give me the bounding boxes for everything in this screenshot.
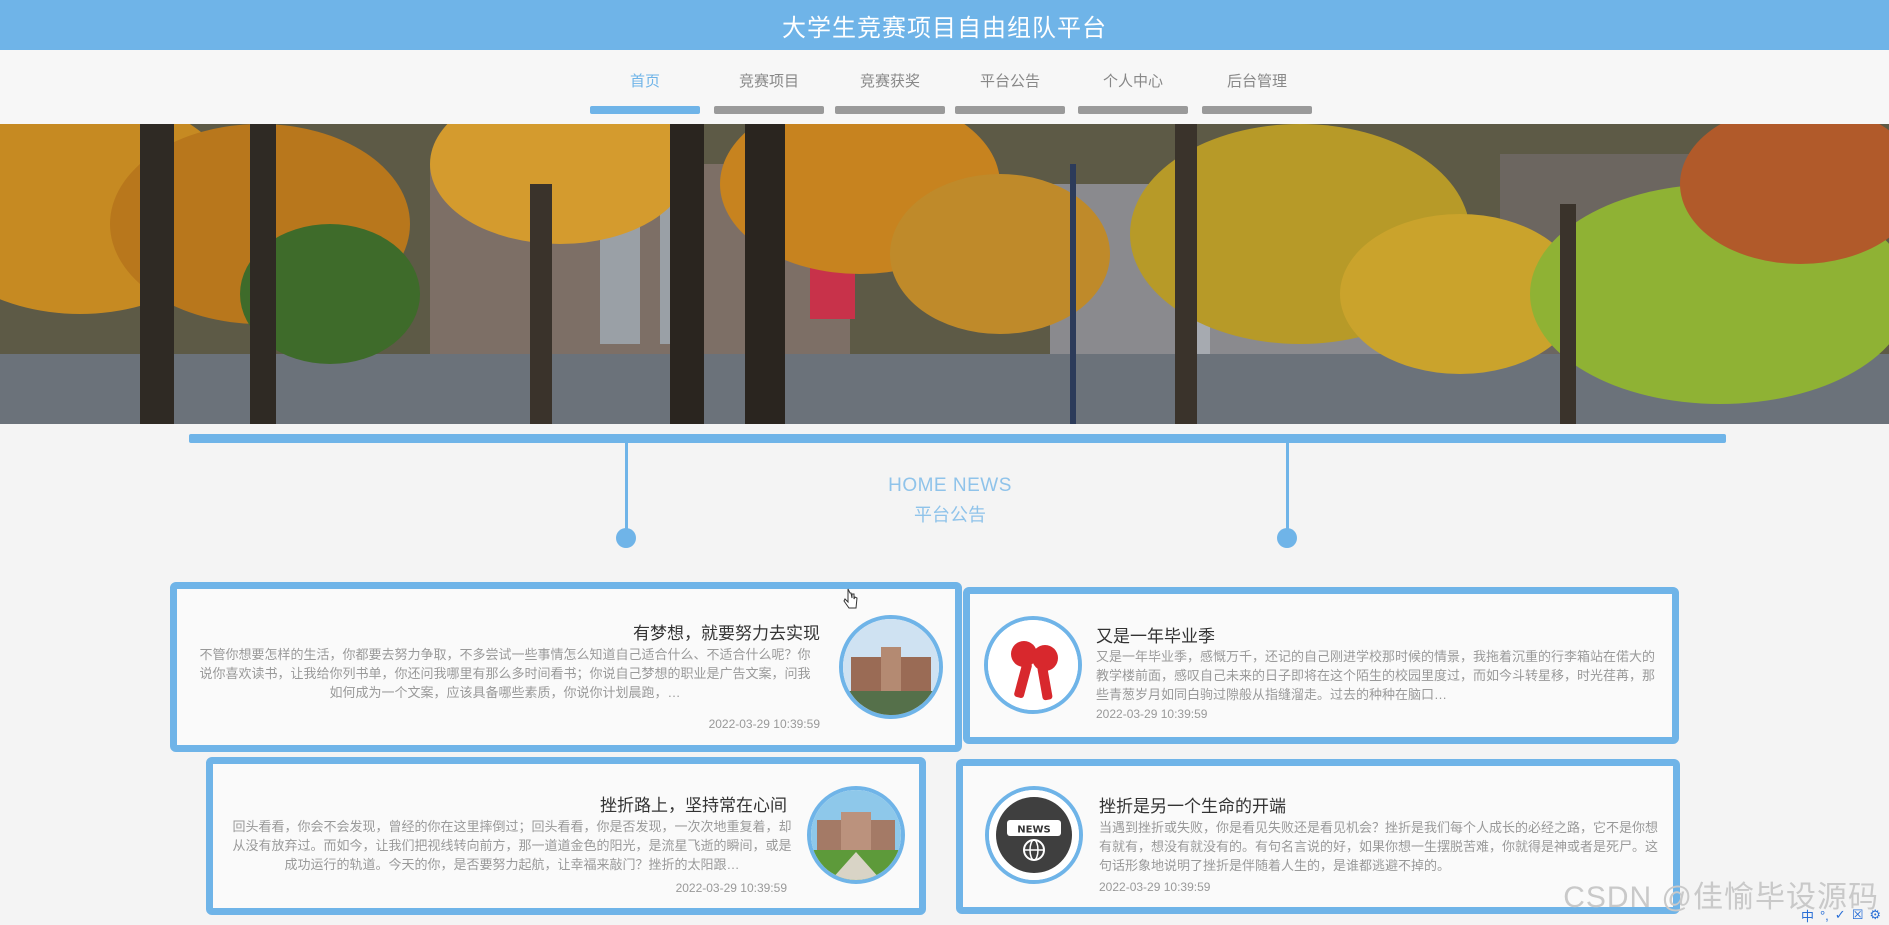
ime-keyboard-icon[interactable]: ☒ xyxy=(1852,907,1864,923)
news-title[interactable]: 有梦想，就要努力去实现 xyxy=(633,619,820,644)
campus-lawn-icon xyxy=(807,786,905,884)
news-title[interactable]: 又是一年毕业季 xyxy=(1096,622,1215,647)
nav-item-profile[interactable]: 个人中心 xyxy=(1078,70,1188,114)
timeline-connector-left xyxy=(625,443,628,533)
nav-item-awards[interactable]: 竞赛获奖 xyxy=(835,70,945,114)
section-title-en: HOME NEWS xyxy=(888,475,1012,496)
nav-item-admin[interactable]: 后台管理 xyxy=(1202,70,1312,114)
news-date: 2022-03-29 10:39:59 xyxy=(675,881,787,895)
site-title: 大学生竞赛项目自由组队平台 xyxy=(782,14,1107,42)
nav-label: 个人中心 xyxy=(1102,73,1163,90)
news-excerpt: 不管你想要怎样的生活，你都要去努力争取，不多尝试一些事情怎么知道自己适合什么、不… xyxy=(199,647,811,700)
news-excerpt: 又是一年毕业季，感慨万千，还记的自己刚进学校那时候的情景，我拖着沉重的行李箱站在… xyxy=(1096,649,1656,702)
ime-chinese-icon[interactable]: 中 xyxy=(1801,906,1814,925)
nav-underline xyxy=(714,106,824,114)
timeline-dot-right xyxy=(1277,528,1297,548)
nav-item-projects[interactable]: 竞赛项目 xyxy=(714,70,824,114)
ime-settings-icon[interactable]: ⚙ xyxy=(1869,907,1881,923)
timeline-bar xyxy=(189,434,1726,443)
news-title[interactable]: 挫折是另一个生命的开端 xyxy=(1099,792,1286,817)
hero-banner xyxy=(0,124,1889,424)
nav-label: 后台管理 xyxy=(1226,73,1287,90)
ime-punctuation-icon[interactable]: °, xyxy=(1820,908,1829,923)
nav-underline xyxy=(835,106,945,114)
news-date: 2022-03-29 10:39:59 xyxy=(1099,880,1211,894)
ime-tray: 中 °, ✓ ☒ ⚙ xyxy=(1729,905,1889,925)
news-title[interactable]: 挫折路上，坚持常在心间 xyxy=(600,791,787,816)
mouse-cursor-icon xyxy=(843,588,858,609)
nav-label: 平台公告 xyxy=(979,73,1040,90)
nav-item-home[interactable]: 首页 xyxy=(590,70,700,114)
news-date: 2022-03-29 10:39:59 xyxy=(1096,707,1208,721)
news-date: 2022-03-29 10:39:59 xyxy=(708,717,820,731)
main-nav: 首页 竞赛项目 竞赛获奖 平台公告 个人中心 后台管理 xyxy=(0,50,1889,124)
news-excerpt: 当遇到挫折或失败，你是看见失败还是看见机会？挫折是我们每个人成长的必经之路，它不… xyxy=(1099,820,1659,873)
timeline-connector-right xyxy=(1286,443,1289,533)
nav-underline xyxy=(590,106,700,114)
nav-underline xyxy=(1078,106,1188,114)
svg-text:NEWS: NEWS xyxy=(1017,825,1050,836)
nav-label: 首页 xyxy=(629,73,660,90)
site-header: 大学生竞赛项目自由组队平台 xyxy=(0,0,1889,50)
campus-banner-image xyxy=(0,124,1889,424)
section-header: HOME NEWS 平台公告 xyxy=(850,475,1050,527)
nav-item-announcements[interactable]: 平台公告 xyxy=(955,70,1065,114)
news-excerpt: 回头看看，你会不会发现，曾经的你在这里摔倒过；回头看看，你是否发现，一次次地重复… xyxy=(232,819,792,872)
campus-building-icon xyxy=(839,615,943,719)
timeline-dot-left xyxy=(616,528,636,548)
nav-label: 竞赛项目 xyxy=(738,73,799,90)
microphone-icon xyxy=(984,616,1082,714)
nav-label: 竞赛获奖 xyxy=(859,73,920,90)
news-card[interactable]: 挫折路上，坚持常在心间 回头看看，你会不会发现，曾经的你在这里摔倒过；回头看看，… xyxy=(206,757,926,915)
news-globe-icon: NEWS xyxy=(985,786,1083,884)
section-title-cn: 平台公告 xyxy=(914,505,986,525)
nav-underline xyxy=(1202,106,1312,114)
ime-check-icon[interactable]: ✓ xyxy=(1835,907,1846,923)
news-card[interactable]: 又是一年毕业季 又是一年毕业季，感慨万千，还记的自己刚进学校那时候的情景，我拖着… xyxy=(963,587,1679,744)
nav-underline xyxy=(955,106,1065,114)
